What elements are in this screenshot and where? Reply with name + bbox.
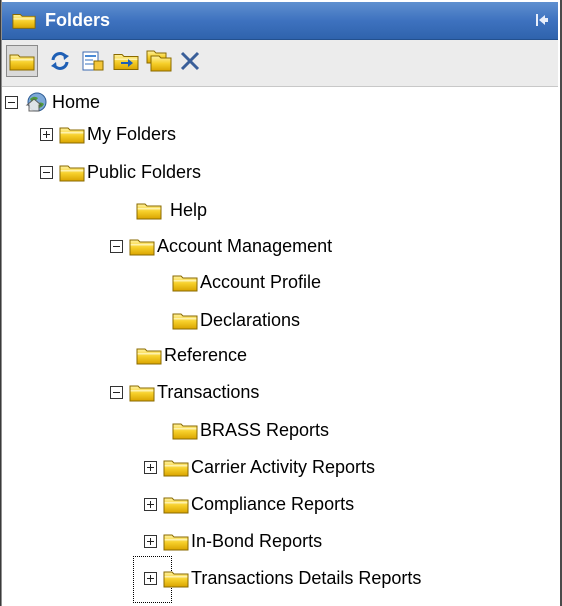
tree-item-label: Reference <box>164 344 248 365</box>
properties-button[interactable] <box>77 45 109 77</box>
tree-item-public-folders[interactable]: Public Folders <box>40 156 201 188</box>
folder-icon <box>172 273 198 292</box>
folder-icon <box>59 163 85 182</box>
tree-item-label: Public Folders <box>87 161 202 182</box>
folder-icon <box>129 237 155 256</box>
tree-item-label: Compliance Reports <box>191 493 355 514</box>
tree-item-label: Account Management <box>157 235 333 256</box>
tree-item-label: Declarations <box>200 309 301 330</box>
copy-folder-button[interactable] <box>143 45 175 77</box>
properties-icon <box>82 51 104 71</box>
folder-icon <box>163 458 189 477</box>
tree-item-home[interactable]: Home <box>5 86 100 118</box>
collapse-toggle-icon[interactable] <box>110 385 123 399</box>
folder-icon <box>172 421 198 440</box>
folder-icon <box>163 532 189 551</box>
tree-item-account-profile[interactable]: Account Profile <box>172 266 321 298</box>
tree-item-help[interactable]: Help <box>136 194 207 226</box>
move-folder-icon <box>113 51 139 71</box>
tree-item-label: My Folders <box>87 123 177 144</box>
folder-icon <box>129 383 155 402</box>
expand-toggle-icon[interactable] <box>144 534 157 548</box>
expand-toggle-icon[interactable] <box>144 460 157 474</box>
copy-folder-icon <box>146 50 172 72</box>
home-icon <box>25 92 47 112</box>
tree-item-label: Help <box>170 199 208 220</box>
folder-icon <box>136 346 162 365</box>
tree-item-brass-reports[interactable]: BRASS Reports <box>172 414 329 446</box>
tree-item-label: Carrier Activity Reports <box>191 456 376 477</box>
expand-toggle-icon[interactable] <box>40 127 53 141</box>
tree-item-in-bond-reports[interactable]: In-Bond Reports <box>144 525 322 557</box>
tree-item-label: BRASS Reports <box>200 419 330 440</box>
refresh-icon <box>51 52 69 70</box>
folder-icon <box>163 495 189 514</box>
tree-item-label: Home <box>52 91 101 112</box>
folder-icon <box>9 52 35 71</box>
folder-icon <box>12 11 36 30</box>
delete-button[interactable] <box>174 45 206 77</box>
new-folder-button[interactable] <box>6 45 38 77</box>
tree-item-label: Transactions <box>157 381 260 402</box>
tree-item-transactions[interactable]: Transactions <box>110 376 259 408</box>
toolbar <box>2 40 558 87</box>
tree-item-account-management[interactable]: Account Management <box>110 230 332 262</box>
tree-item-compliance-reports[interactable]: Compliance Reports <box>144 488 354 520</box>
folder-icon <box>136 201 162 220</box>
panel-titlebar: Folders <box>2 2 558 40</box>
collapse-toggle-icon[interactable] <box>110 239 123 253</box>
refresh-button[interactable] <box>44 45 76 77</box>
delete-icon <box>180 51 200 71</box>
panel-title: Folders <box>45 10 111 30</box>
tree-item-declarations[interactable]: Declarations <box>172 304 300 336</box>
folder-tree: Home My Folders Public Folders Help Acco… <box>0 86 556 606</box>
tree-item-carrier-activity-reports[interactable]: Carrier Activity Reports <box>144 451 375 483</box>
tree-item-label: In-Bond Reports <box>191 530 323 551</box>
tree-item-reference[interactable]: Reference <box>136 339 247 371</box>
folder-icon <box>59 125 85 144</box>
folders-panel: Folders Home My Folders Public Folders H… <box>0 0 562 606</box>
move-folder-button[interactable] <box>110 45 142 77</box>
tree-item-transactions-details-reports[interactable]: Transactions Details Reports <box>144 562 421 594</box>
expand-toggle-icon[interactable] <box>144 497 157 511</box>
tree-item-my-folders[interactable]: My Folders <box>40 118 176 150</box>
expand-toggle-icon[interactable] <box>144 571 157 585</box>
collapse-toggle-icon[interactable] <box>40 165 53 179</box>
folder-icon <box>163 569 189 588</box>
collapse-panel-icon[interactable] <box>533 12 549 28</box>
tree-item-label: Account Profile <box>200 271 322 292</box>
collapse-toggle-icon[interactable] <box>5 95 18 109</box>
folder-icon <box>172 311 198 330</box>
tree-item-label: Transactions Details Reports <box>191 567 422 588</box>
